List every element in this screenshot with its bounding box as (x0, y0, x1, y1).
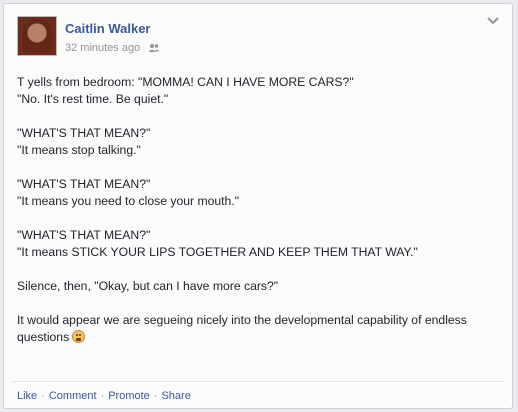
chevron-down-icon[interactable] (486, 15, 500, 27)
post-timestamp[interactable]: 32 minutes ago (65, 42, 140, 54)
post-paragraph: It would appear we are segueing nicely i… (17, 312, 500, 346)
post-line: "It means you need to close your mouth." (17, 194, 240, 208)
post-paragraph: "WHAT'S THAT MEAN?" "It means stop talki… (17, 125, 500, 159)
action-separator: · (41, 390, 45, 402)
post-line: T yells from bedroom: "MOMMA! CAN I HAVE… (17, 75, 354, 89)
post-card: Caitlin Walker 32 minutes ago T yells fr… (3, 3, 513, 409)
tongue-tied-emoji-icon (72, 330, 86, 343)
author-avatar[interactable] (17, 16, 57, 56)
friends-icon[interactable] (148, 43, 160, 53)
footer-divider (12, 381, 504, 382)
action-separator: · (100, 390, 105, 402)
post-body: T yells from bedroom: "MOMMA! CAN I HAVE… (17, 74, 500, 346)
promote-link[interactable]: Promote (108, 390, 150, 402)
post-paragraph: "WHAT'S THAT MEAN?" "It means STICK YOUR… (17, 227, 500, 261)
post-line: "It means stop talking." (17, 143, 141, 157)
share-link[interactable]: Share (161, 390, 190, 402)
post-final-line: It would appear we are segueing nicely i… (17, 312, 500, 346)
post-paragraph: "WHAT'S THAT MEAN?" "It means you need t… (17, 176, 500, 210)
post-actions: Like · Comment · Promote · Share (17, 390, 191, 402)
comment-link[interactable]: Comment (49, 390, 97, 402)
post-final-text: It would appear we are segueing nicely i… (17, 313, 467, 344)
post-meta: 32 minutes ago (65, 42, 160, 54)
post-paragraph: T yells from bedroom: "MOMMA! CAN I HAVE… (17, 74, 500, 108)
post-line: Silence, then, "Okay, but can I have mor… (17, 279, 279, 293)
post-paragraph: Silence, then, "Okay, but can I have mor… (17, 278, 500, 295)
post-line: "WHAT'S THAT MEAN?" (17, 126, 151, 140)
action-separator: · (153, 390, 158, 402)
author-name[interactable]: Caitlin Walker (65, 21, 150, 36)
post-line: "WHAT'S THAT MEAN?" (17, 177, 151, 191)
post-line: "No. It's rest time. Be quiet." (17, 92, 169, 106)
post-line: "It means STICK YOUR LIPS TOGETHER AND K… (17, 245, 418, 259)
post-line: "WHAT'S THAT MEAN?" (17, 228, 151, 242)
like-link[interactable]: Like (17, 390, 37, 402)
